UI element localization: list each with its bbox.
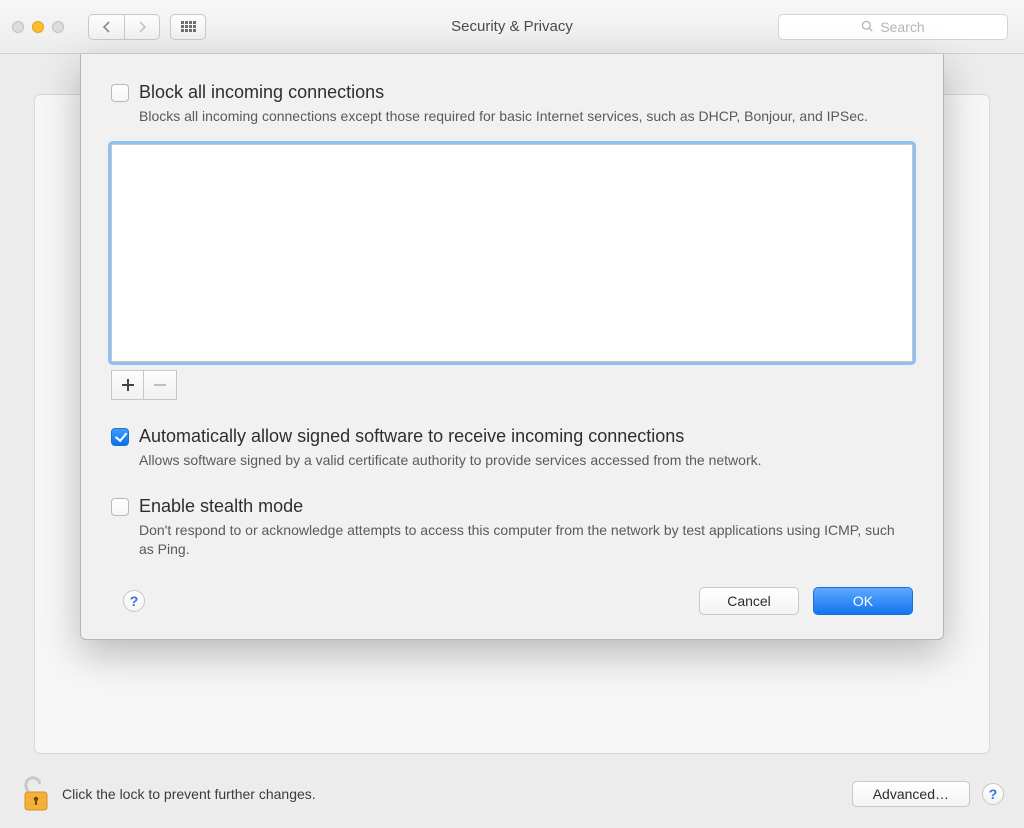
minimize-window-button[interactable] bbox=[32, 21, 44, 33]
unlocked-lock-icon bbox=[20, 774, 52, 814]
traffic-lights bbox=[12, 21, 64, 33]
lock-area[interactable]: Click the lock to prevent further change… bbox=[20, 774, 316, 814]
ok-button[interactable]: OK bbox=[813, 587, 913, 615]
auto-allow-description: Allows software signed by a valid certif… bbox=[139, 451, 899, 470]
forward-button[interactable] bbox=[124, 14, 160, 40]
auto-allow-label: Automatically allow signed software to r… bbox=[139, 426, 684, 447]
stealth-row: Enable stealth mode bbox=[111, 496, 913, 517]
remove-app-button[interactable] bbox=[144, 371, 176, 399]
cancel-button[interactable]: Cancel bbox=[699, 587, 799, 615]
block-all-row: Block all incoming connections bbox=[111, 82, 913, 103]
stealth-checkbox[interactable] bbox=[111, 498, 129, 516]
content-area: Block all incoming connections Blocks al… bbox=[0, 54, 1024, 828]
sheet-footer: ? Cancel OK bbox=[111, 587, 913, 615]
block-all-description: Blocks all incoming connections except t… bbox=[139, 107, 899, 126]
add-remove-group bbox=[111, 370, 177, 400]
minus-icon bbox=[154, 379, 166, 391]
sheet-help-button[interactable]: ? bbox=[123, 590, 145, 612]
firewall-options-sheet: Block all incoming connections Blocks al… bbox=[80, 54, 944, 640]
allowed-apps-list[interactable] bbox=[111, 144, 913, 362]
nav-back-forward bbox=[88, 14, 160, 40]
auto-allow-row: Automatically allow signed software to r… bbox=[111, 426, 913, 447]
search-placeholder: Search bbox=[880, 19, 924, 35]
search-icon bbox=[861, 20, 874, 33]
add-app-button[interactable] bbox=[112, 371, 144, 399]
block-all-checkbox[interactable] bbox=[111, 84, 129, 102]
zoom-window-button[interactable] bbox=[52, 21, 64, 33]
auto-allow-checkbox[interactable] bbox=[111, 428, 129, 446]
advanced-button[interactable]: Advanced… bbox=[852, 781, 970, 807]
stealth-description: Don't respond to or acknowledge attempts… bbox=[139, 521, 899, 559]
chevron-left-icon bbox=[102, 21, 112, 33]
window-titlebar: Security & Privacy Search bbox=[0, 0, 1024, 54]
window-help-button[interactable]: ? bbox=[982, 783, 1004, 805]
back-button[interactable] bbox=[88, 14, 124, 40]
chevron-right-icon bbox=[137, 21, 147, 33]
grid-icon bbox=[181, 21, 196, 32]
lock-text: Click the lock to prevent further change… bbox=[62, 786, 316, 802]
show-all-prefs-button[interactable] bbox=[170, 14, 206, 40]
plus-icon bbox=[122, 379, 134, 391]
block-all-label: Block all incoming connections bbox=[139, 82, 384, 103]
window-footer: Click the lock to prevent further change… bbox=[20, 772, 1004, 816]
stealth-label: Enable stealth mode bbox=[139, 496, 303, 517]
close-window-button[interactable] bbox=[12, 21, 24, 33]
search-input[interactable]: Search bbox=[778, 14, 1008, 40]
